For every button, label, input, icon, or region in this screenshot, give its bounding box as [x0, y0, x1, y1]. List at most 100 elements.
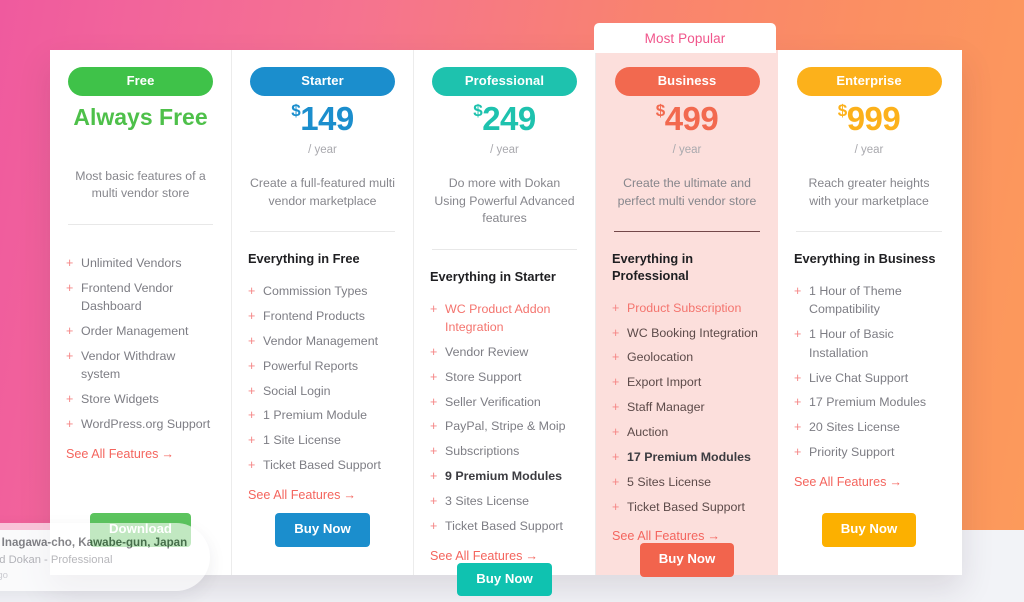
feature-item: + WordPress.org Support	[66, 415, 215, 433]
plan-feature-list-starter: + Commission Types + Frontend Products + Vend…	[248, 282, 397, 481]
plus-icon: +	[248, 358, 256, 373]
plan-currency-starter: $	[291, 101, 301, 121]
feature-label: Export Import	[627, 375, 702, 390]
plan-price-value-business: 499	[664, 100, 719, 138]
toast-action: Purchased Dokan - Professional	[0, 554, 113, 567]
arrow-right-icon: →	[343, 487, 356, 502]
plus-icon: +	[66, 348, 74, 363]
plan-feature-list-business: + Product Subscription + WC Booking Integra…	[612, 299, 762, 523]
plus-icon: +	[66, 392, 74, 407]
feature-label: 1 Hour of Theme Compatibility	[809, 284, 902, 317]
feature-item: +9 Premium Modules	[430, 467, 579, 485]
feature-label: Priority Support	[809, 445, 895, 460]
feature-label: 1 Hour of Basic Installation	[809, 327, 894, 360]
plan-cta-button-professional[interactable]: Buy Now	[457, 562, 552, 597]
plus-icon: +	[248, 458, 256, 473]
feature-label: 1 Site License	[263, 433, 341, 448]
feature-item: + Store Widgets	[66, 390, 215, 408]
plan-badge-professional[interactable]: Professional	[432, 67, 577, 97]
feature-label: Frontend Vendor Dashboard	[81, 280, 174, 314]
plan-badge-business[interactable]: Business	[614, 67, 760, 97]
see-all-features-label: See All Features	[794, 474, 887, 489]
see-all-features-label: See All Features	[612, 529, 705, 544]
feature-label: Vendor Withdraw system	[81, 348, 176, 382]
plan-column-professional: Professional $249 / year Do more with Dokan…	[414, 50, 596, 597]
feature-label: Vendor Review	[445, 344, 529, 359]
plus-icon: +	[430, 469, 438, 484]
feature-label: WC Product Addon Integration	[445, 301, 551, 335]
feature-label: Social Login	[263, 383, 331, 398]
plan-badge-enterprise[interactable]: Enterprise	[796, 67, 942, 97]
plan-currency-professional: $	[473, 101, 483, 121]
plan-price-value-starter: 149	[300, 100, 354, 138]
feature-item: +17 Premium Modules	[612, 448, 762, 466]
plan-body-starter: Starter $149 / year Create a full-featured …	[232, 50, 413, 513]
feature-label: 1 Premium Module	[263, 408, 367, 423]
feature-item: +1 Premium Module	[248, 406, 397, 424]
plan-period-starter: / year	[308, 144, 337, 157]
plan-badge-starter[interactable]: Starter	[250, 67, 395, 97]
feature-item: + Commission Types	[248, 282, 397, 300]
see-all-features-link-enterprise[interactable]: See All Features →	[794, 475, 944, 489]
feature-item: + Frontend Products	[248, 307, 397, 325]
feature-label: Powerful Reports	[263, 358, 359, 373]
plan-feature-list-professional: + WC Product Addon Integration + Vendor Rev…	[430, 300, 579, 542]
plan-price-enterprise: $999	[794, 102, 944, 135]
plan-divider-business	[614, 231, 760, 233]
feature-label: 5 Sites License	[627, 474, 712, 489]
plus-icon: +	[430, 518, 438, 533]
plan-cta-button-starter[interactable]: Buy Now	[275, 513, 370, 547]
feature-item: +17 Premium Modules	[794, 393, 944, 411]
plan-column-free: Free Always Free Most basic features of a …	[50, 50, 232, 575]
plus-icon: +	[248, 383, 256, 398]
plan-column-business: Business $499 / year Create the ultimate an…	[596, 50, 778, 577]
plan-cta-button-business[interactable]: Buy Now	[639, 543, 735, 577]
feature-item: + Geolocation	[612, 348, 762, 366]
plus-icon: +	[612, 449, 620, 464]
plus-icon: +	[794, 420, 802, 435]
plan-price-professional: $249	[430, 102, 579, 135]
see-all-features-label: See All Features	[66, 446, 159, 461]
plan-price-value-professional: 249	[482, 100, 536, 138]
feature-label: Geolocation	[627, 350, 694, 365]
feature-item: +1 Site License	[248, 431, 397, 449]
plus-icon: +	[430, 369, 438, 384]
plan-badge-free[interactable]: Free	[68, 67, 213, 97]
feature-item: + Frontend Vendor Dashboard	[66, 279, 215, 316]
plan-price-starter: $149	[248, 102, 397, 135]
plus-icon: +	[430, 419, 438, 434]
plus-icon: +	[430, 394, 438, 409]
arrow-right-icon: →	[525, 548, 538, 563]
plus-icon: +	[66, 324, 74, 339]
plus-icon: +	[248, 433, 256, 448]
see-all-features-link-free[interactable]: See All Features →	[66, 447, 215, 461]
plan-feature-list-enterprise: +1 Hour of Theme Compatibility +1 Hour of…	[794, 282, 944, 468]
feature-item: + Subscriptions	[430, 442, 579, 460]
see-all-features-label: See All Features	[430, 548, 523, 563]
see-all-features-link-starter[interactable]: See All Features →	[248, 488, 397, 502]
plan-includes-heading-enterprise: Everything in Business	[794, 251, 936, 267]
plan-currency-enterprise: $	[837, 101, 847, 121]
feature-label: Commission Types	[263, 284, 368, 299]
plus-icon: +	[794, 370, 802, 385]
feature-item: + Export Import	[612, 373, 762, 391]
plus-icon: +	[612, 474, 620, 489]
feature-label: Auction	[627, 425, 669, 439]
plan-divider-enterprise	[796, 231, 942, 233]
plan-description-professional: Do more with Dokan Using Powerful Advanc…	[434, 176, 575, 226]
feature-label: WordPress.org Support	[81, 417, 211, 432]
plus-icon: +	[612, 499, 620, 514]
plus-icon: +	[794, 284, 802, 299]
most-popular-label: Most Popular	[644, 30, 726, 46]
feature-item: +1 Hour of Theme Compatibility	[794, 282, 944, 319]
feature-label: Store Support	[445, 369, 522, 384]
plan-description-business: Create the ultimate and perfect multi ve…	[617, 176, 757, 208]
plus-icon: +	[66, 256, 74, 271]
feature-item: + Vendor Withdraw system	[66, 347, 215, 384]
feature-label: Vendor Management	[263, 333, 379, 348]
plus-icon: +	[66, 417, 74, 432]
see-all-features-link-business[interactable]: See All Features →	[612, 529, 762, 543]
plan-cta-button-enterprise[interactable]: Buy Now	[821, 513, 917, 547]
see-all-features-link-professional[interactable]: See All Features →	[430, 549, 579, 563]
arrow-right-icon: →	[161, 446, 174, 461]
